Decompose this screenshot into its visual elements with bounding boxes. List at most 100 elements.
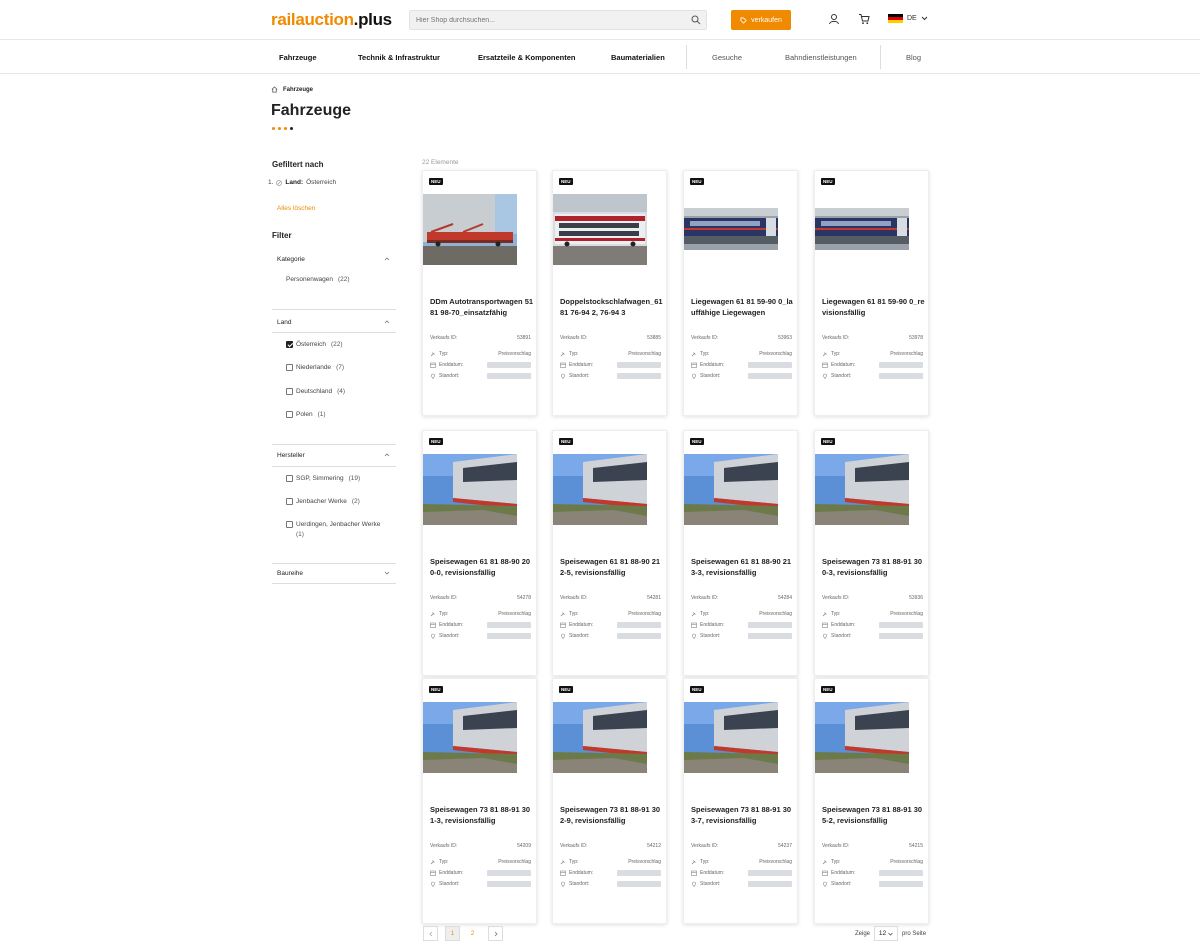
location-placeholder (879, 881, 923, 887)
search-icon[interactable] (691, 15, 701, 25)
end-date-row: Enddatum: (691, 362, 792, 368)
product-image[interactable] (423, 194, 517, 265)
product-image[interactable] (553, 702, 647, 773)
product-card[interactable]: NEU DDm Autotransportwagen 51 81 98-70_ei… (422, 170, 537, 416)
filter-checkbox-sgp[interactable]: SGP, Simmering (19) (286, 475, 360, 482)
product-title[interactable]: DDm Autotransportwagen 51 81 98-70_einsa… (430, 296, 534, 318)
calendar-icon (430, 870, 436, 876)
filter-checkbox-oesterreich[interactable]: Österreich (22) (286, 341, 343, 348)
clear-all-filters-link[interactable]: Alles löschen (277, 205, 315, 212)
nav-item-technik[interactable]: Technik & Infrastruktur (358, 53, 440, 62)
product-image[interactable] (815, 194, 909, 265)
type-value: Preisvorschlag (628, 351, 661, 357)
product-card[interactable]: NEU Speisewagen 61 81 88-90 212-5, revisi… (552, 430, 667, 676)
active-filter[interactable]: 1. Land: Österreich (268, 179, 336, 186)
facet-kategorie-toggle[interactable]: Kategorie (272, 248, 396, 270)
product-title[interactable]: Doppelstockschlafwagen_61 81 76-94 2, 76… (560, 296, 664, 318)
checkbox[interactable] (286, 521, 293, 528)
cart-icon[interactable] (858, 13, 870, 25)
product-title[interactable]: Speisewagen 73 81 88-91 300-3, revisions… (822, 556, 926, 578)
filter-checkbox-polen[interactable]: Polen (1) (286, 411, 326, 418)
product-title[interactable]: Liegewagen 61 81 59-90 0_lauffähige Lieg… (691, 296, 795, 318)
facet-hersteller-toggle[interactable]: Hersteller (272, 444, 396, 466)
language-selector[interactable]: DE (888, 14, 928, 23)
product-card[interactable]: NEU Liegewagen 61 81 59-90 0_revisionsfäl… (814, 170, 929, 416)
filter-checkbox-niederlande[interactable]: Niederlande (7) (286, 364, 344, 371)
product-title[interactable]: Speisewagen 61 81 88-90 200-0, revisions… (430, 556, 534, 578)
product-image[interactable] (423, 702, 517, 773)
checkbox[interactable] (286, 475, 293, 482)
location-placeholder (879, 633, 923, 639)
product-title[interactable]: Speisewagen 61 81 88-90 213-3, revisions… (691, 556, 795, 578)
product-card[interactable]: NEU Liegewagen 61 81 59-90 0_lauffähige L… (683, 170, 798, 416)
product-title[interactable]: Speisewagen 61 81 88-90 212-5, revisions… (560, 556, 664, 578)
pagination-next-button[interactable] (488, 926, 503, 941)
search-input[interactable] (416, 13, 686, 27)
gavel-icon (822, 612, 827, 617)
product-card[interactable]: NEU Speisewagen 73 81 88-91 301-3, revisi… (422, 678, 537, 924)
product-title[interactable]: Liegewagen 61 81 59-90 0_revisionsfällig (822, 296, 926, 318)
checkbox[interactable] (286, 411, 293, 418)
product-image[interactable] (684, 454, 778, 525)
checkbox-checked[interactable] (286, 341, 293, 348)
breadcrumb-current[interactable]: Fahrzeuge (283, 87, 313, 93)
sale-id-label: Verkaufs ID: (822, 843, 850, 849)
product-card[interactable]: NEU Speisewagen 73 81 88-91 303-7, revisi… (683, 678, 798, 924)
product-title[interactable]: Speisewagen 73 81 88-91 305-2, revisions… (822, 804, 926, 826)
home-icon[interactable] (271, 86, 278, 93)
end-date-label: Enddatum: (831, 870, 856, 876)
sell-button[interactable]: verkaufen (731, 10, 791, 30)
nav-item-blog[interactable]: Blog (906, 53, 921, 62)
product-card[interactable]: NEU Speisewagen 73 81 88-91 300-3, revisi… (814, 430, 929, 676)
per-page-select[interactable]: 12 (874, 926, 899, 941)
site-logo[interactable]: railauction.plus (271, 10, 392, 30)
facet-option[interactable]: Personenwagen (22) (286, 276, 350, 283)
product-image[interactable] (684, 702, 778, 773)
filter-checkbox-jenbacher[interactable]: Jenbacher Werke (2) (286, 498, 360, 505)
checkbox[interactable] (286, 388, 293, 395)
product-image[interactable] (553, 194, 647, 265)
nav-item-ersatzteile[interactable]: Ersatzteile & Komponenten (478, 53, 576, 62)
facet-kategorie: Kategorie (272, 248, 396, 270)
checkbox[interactable] (286, 498, 293, 505)
end-date-placeholder (617, 622, 661, 628)
end-date-label: Enddatum: (439, 870, 464, 876)
nav-item-gesuche[interactable]: Gesuche (712, 53, 742, 62)
product-card[interactable]: NEU Speisewagen 61 81 88-90 213-3, revisi… (683, 430, 798, 676)
product-title[interactable]: Speisewagen 73 81 88-91 301-3, revisions… (430, 804, 534, 826)
product-image[interactable] (815, 454, 909, 525)
end-date-label: Enddatum: (439, 622, 464, 628)
nav-item-bahndienstleistungen[interactable]: Bahndienstleistungen (785, 53, 857, 62)
location-row: Standort: (430, 881, 531, 887)
option-label: Deutschland (296, 388, 333, 395)
pagination-prev-button[interactable] (423, 926, 438, 941)
nav-item-baumaterialien[interactable]: Baumaterialien (611, 53, 665, 62)
checkbox[interactable] (286, 364, 293, 371)
pagination-page-2[interactable]: 2 (465, 926, 480, 941)
sale-id-row: Verkaufs ID: 54281 (560, 595, 661, 601)
product-image[interactable] (553, 454, 647, 525)
facet-land-toggle[interactable]: Land (272, 311, 396, 333)
type-value: Preisvorschlag (498, 611, 531, 617)
user-icon[interactable] (828, 13, 840, 25)
sale-id-value: 54284 (778, 595, 792, 601)
product-card[interactable]: NEU Speisewagen 61 81 88-90 200-0, revisi… (422, 430, 537, 676)
filter-checkbox-uerdingen[interactable]: Uerdingen, Jenbacher Werke (1) (286, 521, 391, 538)
location-row: Standort: (430, 373, 531, 379)
filter-checkbox-deutschland[interactable]: Deutschland (4) (286, 388, 345, 395)
product-card[interactable]: NEU Speisewagen 73 81 88-91 305-2, revisi… (814, 678, 929, 924)
remove-filter-icon[interactable] (276, 179, 283, 186)
location-label: Standort: (700, 633, 721, 639)
facet-title: Hersteller (277, 451, 305, 459)
nav-item-fahrzeuge[interactable]: Fahrzeuge (279, 53, 317, 62)
facet-baureihe-toggle[interactable]: Baureihe (272, 562, 396, 584)
product-image[interactable] (815, 702, 909, 773)
product-image[interactable] (423, 454, 517, 525)
product-card[interactable]: NEU Speisewagen 73 81 88-91 302-9, revisi… (552, 678, 667, 924)
product-image[interactable] (684, 194, 778, 265)
product-title[interactable]: Speisewagen 73 81 88-91 303-7, revisions… (691, 804, 795, 826)
search-box[interactable] (409, 10, 707, 30)
product-card[interactable]: NEU Doppelstockschlafwagen_61 81 76-94 2,… (552, 170, 667, 416)
product-title[interactable]: Speisewagen 73 81 88-91 302-9, revisions… (560, 804, 664, 826)
pagination-page-1[interactable]: 1 (445, 926, 460, 941)
